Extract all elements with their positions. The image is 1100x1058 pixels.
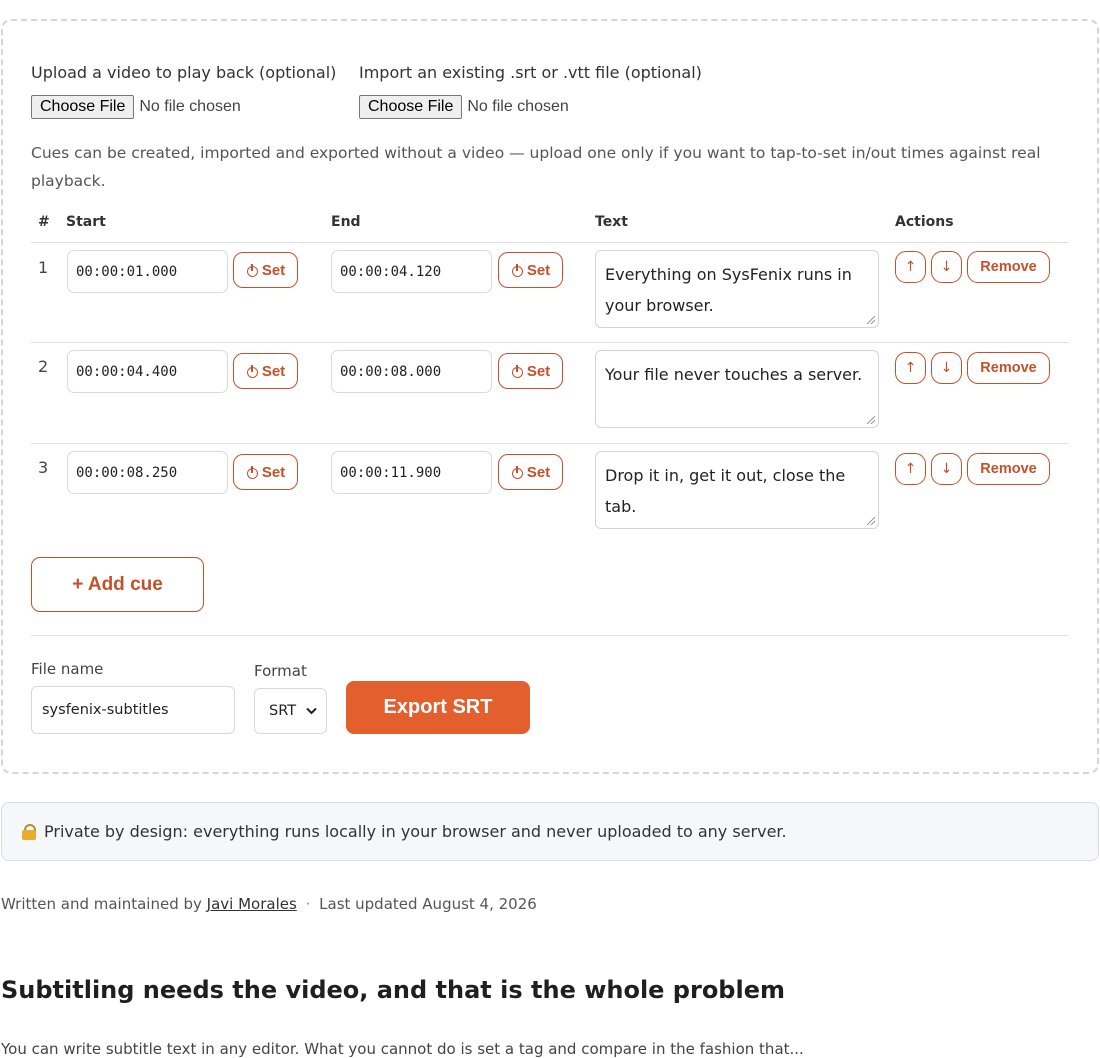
set-start-button[interactable]: Set [233,252,298,288]
cue-start-input[interactable]: 00:00:01.000 [67,250,228,293]
stopwatch-icon [511,263,523,277]
set-end-button[interactable]: Set [498,252,563,288]
col-header-end: End [331,214,361,230]
cue-end-input[interactable]: 00:00:08.000 [331,350,492,393]
row-divider [31,342,1069,343]
cue-number: 3 [38,458,49,477]
article-paragraph: You can write subtitle text in any edito… [1,1040,804,1058]
export-button[interactable]: Export SRT [346,681,530,734]
lock-icon [22,823,36,840]
file-name-label: File name [31,660,104,678]
format-label: Format [254,662,307,680]
privacy-banner: Private by design: everything runs local… [1,802,1099,861]
resize-grip-icon[interactable] [867,517,875,525]
byline: Written and maintained by Javi Morales ·… [1,895,537,913]
video-file-status: No file chosen [139,98,241,115]
cue-start-input[interactable]: 00:00:08.250 [67,451,228,494]
chevron-down-icon [306,707,317,715]
cue-start-input[interactable]: 00:00:04.400 [67,350,228,393]
import-choose-file-button[interactable]: Choose File [359,95,463,119]
format-select[interactable]: SRT [254,688,327,734]
move-down-button[interactable]: ↓ [931,352,962,384]
format-select-value: SRT [269,703,297,719]
cue-end-input[interactable]: 00:00:11.900 [331,451,492,494]
col-header-actions: Actions [895,214,954,230]
resize-grip-icon[interactable] [867,416,875,424]
cue-text-input[interactable]: Drop it in, get it out, close the tab. [595,451,879,529]
remove-cue-button[interactable]: Remove [967,352,1050,384]
col-header-num: # [38,214,50,230]
header-divider [31,242,1069,243]
subtitle-editor-panel [1,19,1099,774]
video-optional-note: Cues can be created, imported and export… [31,144,1041,190]
privacy-text: Private by design: everything runs local… [44,822,787,841]
video-choose-file-button[interactable]: Choose File [31,95,135,119]
row-divider [31,443,1069,444]
stopwatch-icon [511,465,523,479]
set-end-button[interactable]: Set [498,454,563,490]
cue-number: 2 [38,357,49,376]
video-upload-label: Upload a video to play back (optional) [31,63,337,82]
stopwatch-icon [246,364,258,378]
col-header-start: Start [66,214,106,230]
move-up-button[interactable]: ↑ [895,251,926,283]
add-cue-button[interactable]: + Add cue [31,557,204,612]
set-start-button[interactable]: Set [233,353,298,389]
cue-number: 1 [38,258,49,277]
import-file-label: Import an existing .srt or .vtt file (op… [359,63,702,82]
stopwatch-icon [246,263,258,277]
import-file-input[interactable]: Choose File No file chosen [359,95,569,119]
move-up-button[interactable]: ↑ [895,453,926,485]
move-up-button[interactable]: ↑ [895,352,926,384]
article-heading: Subtitling needs the video, and that is … [1,976,785,1004]
video-file-input[interactable]: Choose File No file chosen [31,95,241,119]
set-start-button[interactable]: Set [233,454,298,490]
resize-grip-icon[interactable] [867,316,875,324]
move-down-button[interactable]: ↓ [931,251,962,283]
export-divider [31,635,1069,636]
col-header-text: Text [595,214,628,230]
stopwatch-icon [511,364,523,378]
cue-end-input[interactable]: 00:00:04.120 [331,250,492,293]
cue-text-input[interactable]: Your file never touches a server. [595,350,879,428]
stopwatch-icon [246,465,258,479]
import-file-status: No file chosen [467,98,569,115]
set-end-button[interactable]: Set [498,353,563,389]
remove-cue-button[interactable]: Remove [967,251,1050,283]
remove-cue-button[interactable]: Remove [967,453,1050,485]
author-link[interactable]: Javi Morales [207,895,297,913]
file-name-input[interactable]: sysfenix-subtitles [31,686,235,734]
move-down-button[interactable]: ↓ [931,453,962,485]
cue-text-input[interactable]: Everything on SysFenix runs in your brow… [595,250,879,328]
